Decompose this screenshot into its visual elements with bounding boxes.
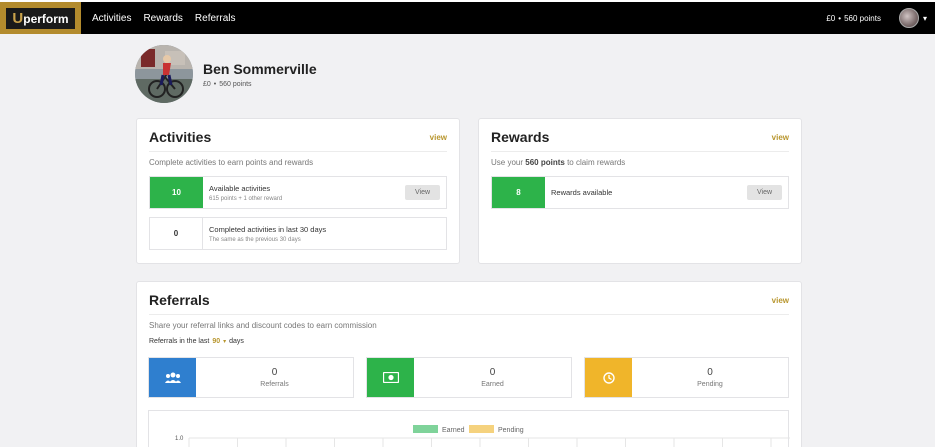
- earned-label: Earned: [481, 381, 504, 388]
- legend-swatch-pending[interactable]: [469, 425, 494, 433]
- profile-header: Ben Sommerville £0 • 560 points: [135, 45, 317, 103]
- referrals-card-header: Referrals view: [149, 282, 789, 315]
- activities-card: Activities view Complete activities to e…: [136, 118, 460, 264]
- nav-balance: £0 • 560 points: [826, 14, 881, 23]
- available-activities-view-button[interactable]: View: [405, 185, 440, 200]
- nav-balance-money: £0: [826, 13, 836, 23]
- profile-separator: •: [213, 80, 217, 88]
- legend-label-pending: Pending: [498, 427, 524, 434]
- profile-photo: [135, 45, 193, 103]
- user-avatar[interactable]: [898, 8, 919, 28]
- referrals-chart: Earned Pending 1.0: [148, 410, 790, 447]
- pending-main: 0 Pending: [632, 358, 788, 397]
- rewards-desc-points: 560 points: [525, 158, 565, 167]
- referrals-description: Share your referral links and discount c…: [149, 321, 377, 330]
- logo-wordmark: Uperform: [6, 7, 75, 29]
- profile-balance: £0 • 560 points: [203, 81, 317, 88]
- logo-u: U: [12, 9, 24, 27]
- people-icon: [149, 358, 196, 397]
- rewards-description: Use your 560 points to claim rewards: [491, 158, 789, 167]
- completed-activities-count: 0: [150, 218, 203, 249]
- referrals-period-pre: Referrals in the last: [149, 338, 210, 345]
- activities-view-link[interactable]: view: [430, 133, 447, 142]
- referrals-count-value: 0: [271, 367, 278, 378]
- cyclist-photo-icon: [135, 45, 193, 103]
- profile-money: £0: [203, 80, 211, 88]
- uperform-logo[interactable]: Uperform: [0, 2, 81, 34]
- nav-right-area: £0 • 560 points ▾: [826, 8, 927, 28]
- referrals-chart-svg: Earned Pending 1.0: [175, 425, 790, 447]
- rewards-available-text: Rewards available: [545, 177, 747, 208]
- top-navbar: Uperform Activities Rewards Referrals £0…: [0, 0, 935, 34]
- activities-title: Activities: [149, 129, 212, 145]
- completed-activities-label: Completed activities in last 30 days: [209, 224, 327, 234]
- y-tick-label: 1.0: [175, 436, 184, 442]
- nav-balance-points: 560 points: [844, 13, 881, 23]
- nav-rewards-link[interactable]: Rewards: [143, 13, 182, 24]
- completed-activities-text: Completed activities in last 30 days The…: [203, 218, 446, 249]
- referrals-count-main: 0 Referrals: [196, 358, 353, 397]
- completed-activities-row: 0 Completed activities in last 30 days T…: [149, 217, 447, 250]
- pending-label: Pending: [697, 381, 723, 388]
- activities-description: Complete activities to earn points and r…: [149, 158, 314, 167]
- profile-name: Ben Sommerville: [203, 60, 317, 77]
- rewards-available-count: 8: [492, 177, 545, 208]
- referrals-period: Referrals in the last 90 ▾ days: [149, 338, 789, 345]
- pending-box: 0 Pending: [584, 357, 789, 398]
- available-activities-label: Available activities: [209, 183, 271, 193]
- nav-activities-link[interactable]: Activities: [92, 13, 131, 24]
- referrals-count-box: 0 Referrals: [148, 357, 354, 398]
- legend-swatch-earned[interactable]: [413, 425, 438, 433]
- rewards-card: Rewards view Use your 560 points to clai…: [478, 118, 802, 264]
- rewards-view-link[interactable]: view: [772, 133, 789, 142]
- referrals-view-link[interactable]: view: [772, 296, 789, 305]
- user-menu-caret-icon[interactable]: ▾: [923, 14, 927, 23]
- completed-activities-sub: The same as the previous 30 days: [209, 236, 301, 243]
- rewards-title: Rewards: [491, 129, 550, 145]
- referrals-count-label: Referrals: [260, 381, 289, 388]
- available-activities-count: 10: [150, 177, 203, 208]
- pending-value: 0: [707, 367, 713, 378]
- rewards-available-row: 8 Rewards available View: [491, 176, 789, 209]
- legend-label-earned: Earned: [442, 427, 465, 434]
- profile-text: Ben Sommerville £0 • 560 points: [203, 61, 317, 88]
- profile-points: 560 points: [219, 80, 252, 88]
- rewards-available-label: Rewards available: [551, 188, 613, 197]
- earned-value: 0: [489, 367, 496, 378]
- rewards-desc-pre: Use your: [491, 158, 524, 167]
- period-caret-icon[interactable]: ▾: [223, 338, 226, 345]
- logo-text: perform: [23, 11, 69, 26]
- available-activities-row: 10 Available activities 615 points + 1 o…: [149, 176, 447, 209]
- referrals-title: Referrals: [149, 292, 210, 308]
- earned-box: 0 Earned: [366, 357, 572, 398]
- clock-icon: [585, 358, 632, 397]
- referrals-period-select[interactable]: 90: [212, 338, 220, 345]
- earned-main: 0 Earned: [414, 358, 571, 397]
- available-activities-sub: 615 points + 1 other reward: [209, 195, 283, 202]
- money-icon: [367, 358, 414, 397]
- nav-referrals-link[interactable]: Referrals: [195, 13, 236, 24]
- nav-balance-separator: •: [838, 13, 842, 23]
- rewards-card-header: Rewards view: [491, 119, 789, 152]
- rewards-desc-post: to claim rewards: [567, 158, 626, 167]
- activities-card-header: Activities view: [149, 119, 447, 152]
- referrals-period-post: days: [229, 338, 244, 345]
- rewards-view-button[interactable]: View: [747, 185, 782, 200]
- available-activities-text: Available activities 615 points + 1 othe…: [203, 177, 405, 208]
